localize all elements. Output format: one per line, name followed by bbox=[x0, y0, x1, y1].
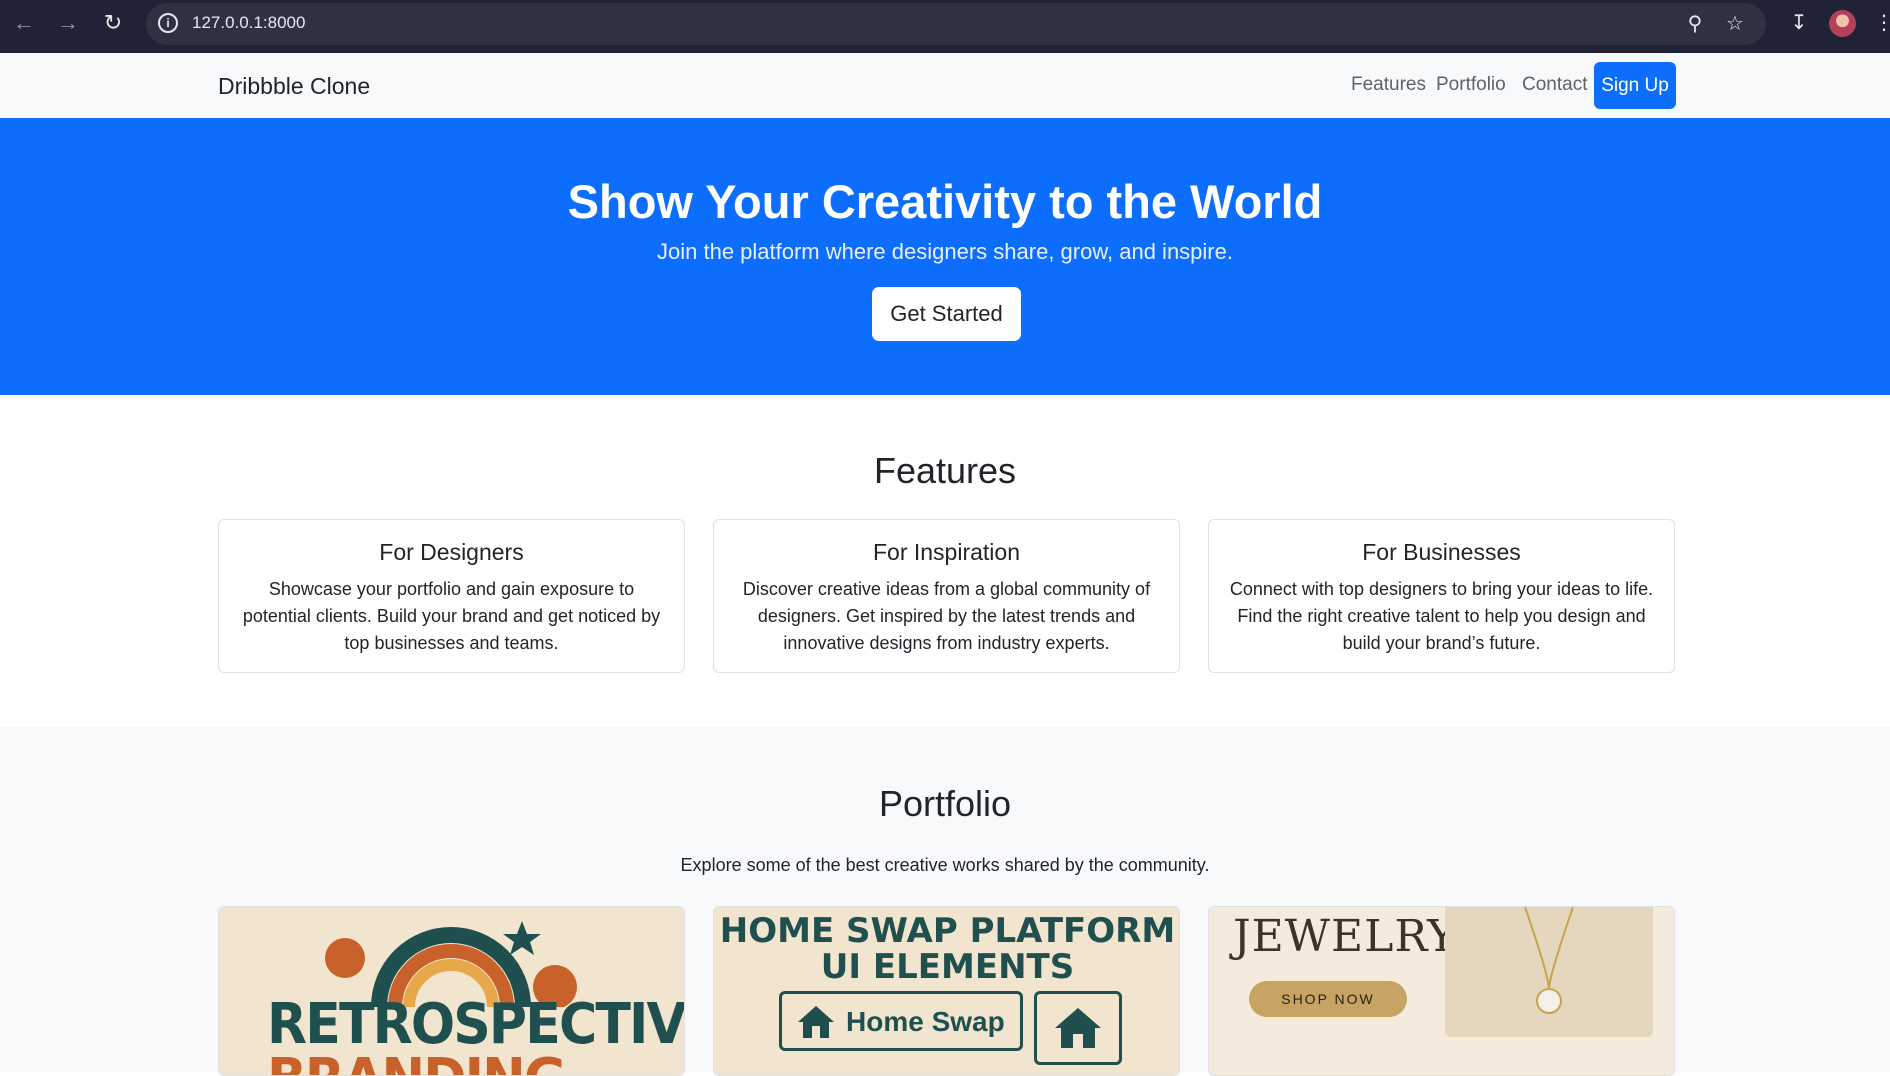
zoom-icon[interactable]: ⚲ bbox=[1682, 11, 1708, 37]
signup-button[interactable]: Sign Up bbox=[1594, 62, 1676, 109]
feature-card-title: For Businesses bbox=[1362, 539, 1521, 565]
portfolio-section: Portfolio Explore some of the best creat… bbox=[0, 727, 1890, 1076]
home-square-tile bbox=[1034, 991, 1122, 1065]
url-text: 127.0.0.1:8000 bbox=[192, 13, 306, 32]
nav-link-features[interactable]: Features bbox=[1351, 74, 1426, 96]
profile-avatar[interactable] bbox=[1829, 10, 1856, 37]
feature-card-title: For Designers bbox=[379, 539, 524, 565]
forward-icon[interactable]: → bbox=[56, 11, 80, 35]
hero-subtitle: Join the platform where designers share,… bbox=[657, 239, 1233, 264]
nav-link-contact[interactable]: Contact bbox=[1522, 74, 1587, 96]
home-icon bbox=[798, 1006, 834, 1038]
site-info-icon[interactable]: i bbox=[158, 13, 178, 33]
site-navbar: Dribbble Clone Features Portfolio Contac… bbox=[0, 53, 1890, 118]
menu-icon[interactable]: ⋮ bbox=[1874, 10, 1890, 35]
feature-card-inspiration: For Inspiration Discover creative ideas … bbox=[713, 519, 1180, 673]
feature-card-text: Connect with top designers to bring your… bbox=[1229, 579, 1654, 653]
hero-section: Show Your Creativity to the World Join t… bbox=[0, 118, 1890, 395]
home-swap-heading: HOME SWAP PLATFORM UI ELEMENTS bbox=[719, 911, 1176, 987]
nav-link-portfolio[interactable]: Portfolio bbox=[1436, 74, 1506, 96]
features-title: Features bbox=[873, 450, 1017, 491]
hero-title: Show Your Creativity to the World bbox=[567, 175, 1323, 228]
home-swap-pill: Home Swap bbox=[779, 991, 1023, 1051]
portfolio-item-retrospective[interactable]: RETROSPECTIVE BRANDING bbox=[218, 906, 685, 1076]
necklace-photo bbox=[1445, 907, 1653, 1037]
feature-card-title: For Inspiration bbox=[872, 539, 1020, 565]
portfolio-item-home-swap[interactable]: HOME SWAP PLATFORM UI ELEMENTS Home Swap bbox=[713, 906, 1180, 1076]
address-bar[interactable]: i 127.0.0.1:8000 ⚲ ☆ bbox=[146, 3, 1766, 45]
download-icon[interactable]: ↧ bbox=[1786, 10, 1812, 36]
feature-card-text: Showcase your portfolio and gain exposur… bbox=[242, 579, 661, 653]
get-started-button[interactable]: Get Started bbox=[872, 287, 1021, 341]
bookmark-star-icon[interactable]: ☆ bbox=[1722, 11, 1748, 37]
reload-icon[interactable]: ↻ bbox=[101, 11, 125, 35]
back-icon[interactable]: ← bbox=[12, 11, 36, 35]
portfolio-item-jewelry[interactable]: JEWELRY SHOP NOW bbox=[1208, 906, 1675, 1076]
necklace-pendant-icon bbox=[1524, 907, 1574, 1014]
feature-card-businesses: For Businesses Connect with top designer… bbox=[1208, 519, 1675, 673]
shop-now-button: SHOP NOW bbox=[1249, 981, 1407, 1017]
home-swap-label: Home Swap bbox=[846, 1006, 1005, 1037]
brand-logo[interactable]: Dribbble Clone bbox=[218, 73, 370, 100]
home-icon bbox=[1055, 1008, 1101, 1048]
browser-toolbar: ← → ↻ i 127.0.0.1:8000 ⚲ ☆ ↧ ⋮ bbox=[0, 0, 1890, 53]
feature-card-text: Discover creative ideas from a global co… bbox=[742, 579, 1151, 653]
portfolio-lead: Explore some of the best creative works … bbox=[680, 855, 1210, 875]
jewelry-heading: JEWELRY bbox=[1233, 911, 1458, 962]
portfolio-title: Portfolio bbox=[878, 783, 1012, 824]
feature-card-designers: For Designers Showcase your portfolio an… bbox=[218, 519, 685, 673]
